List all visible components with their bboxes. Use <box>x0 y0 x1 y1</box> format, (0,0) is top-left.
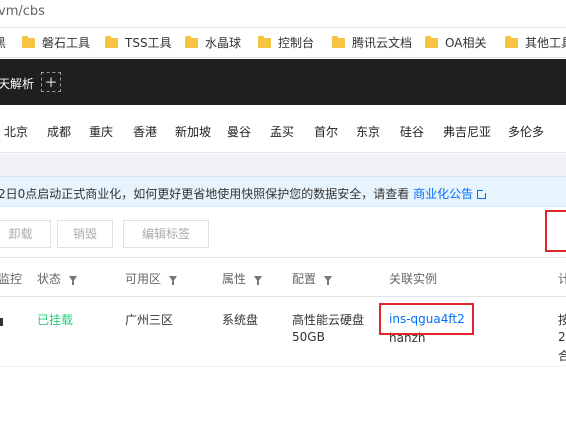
bookmark-label: 腾讯云文档 <box>352 36 413 50</box>
bookmark-item[interactable]: 控制台 <box>258 35 314 51</box>
filter-icon[interactable] <box>324 276 333 285</box>
filter-icon[interactable] <box>254 276 263 285</box>
add-tab-button[interactable]: + <box>41 72 61 92</box>
bookmark-item[interactable]: 磐石工具 <box>22 35 90 51</box>
bookmark-label: TSS工具 <box>125 36 172 50</box>
region-item[interactable]: 曼谷 <box>227 123 251 140</box>
bookmark-label: 控制台 <box>278 36 315 50</box>
col-attribute-label: 属性 <box>222 272 247 286</box>
col-zone-label: 可用区 <box>125 272 162 286</box>
bookmark-label: 其他工具 <box>525 36 566 50</box>
attribute-cell: 系统盘 <box>222 313 259 327</box>
bookmark-item[interactable]: 水晶球 <box>185 35 241 51</box>
external-link-icon[interactable] <box>477 188 489 199</box>
action-toolbar: 卸载 销毁 编辑标签 <box>0 207 566 257</box>
col-instance: 关联实例 <box>389 272 438 286</box>
table-row: 已挂载 广州三区 系统盘 高性能云硬盘 50GB ins-qgua4ft2 ha… <box>0 297 566 367</box>
region-item[interactable]: 硅谷 <box>400 123 424 140</box>
col-zone[interactable]: 可用区 <box>125 270 178 287</box>
folder-icon <box>505 36 518 48</box>
status-badge: 已挂载 <box>37 313 74 327</box>
address-bar[interactable]: vm/cbs <box>0 0 566 28</box>
zone-cell: 广州三区 <box>125 313 174 327</box>
bookmark-item[interactable]: 黑 <box>0 35 6 51</box>
unmount-button[interactable]: 卸载 <box>0 220 51 248</box>
col-billing: 计 <box>558 272 566 286</box>
filter-icon[interactable] <box>169 276 178 285</box>
bookmark-item[interactable]: OA相关 <box>425 35 486 51</box>
notice-text: 2日0点启动正式商业化，如何更好更省地使用快照保护您的数据安全，请查看 商业化公… <box>0 185 489 202</box>
folder-icon <box>258 36 271 48</box>
col-status[interactable]: 状态 <box>37 270 78 287</box>
bookmark-item[interactable]: TSS工具 <box>105 35 172 51</box>
section-divider <box>0 154 566 176</box>
edit-tags-button[interactable]: 编辑标签 <box>123 220 209 248</box>
notice-link[interactable]: 商业化公告 <box>413 187 473 201</box>
url-text[interactable]: vm/cbs <box>0 4 45 19</box>
billing-cell: 合 <box>558 349 566 363</box>
region-item[interactable]: 首尔 <box>314 123 338 140</box>
col-monitor: 监控 <box>0 272 23 286</box>
region-item[interactable]: 香港 <box>133 123 157 140</box>
region-item[interactable]: 弗吉尼亚 <box>443 123 491 140</box>
tab-dns[interactable]: 天解析 <box>0 75 34 92</box>
folder-icon <box>105 36 118 48</box>
bookmark-item[interactable]: 腾讯云文档 <box>332 35 412 51</box>
region-item[interactable]: 北京 <box>4 123 28 140</box>
highlight-box <box>379 303 474 335</box>
folder-icon <box>185 36 198 48</box>
col-config-label: 配置 <box>292 272 317 286</box>
billing-cell: 2 <box>558 330 566 344</box>
table-header: 监控 状态 可用区 属性 配置 关联实例 计 <box>0 257 566 297</box>
bookmarks-bar: 黑 磐石工具 TSS工具 水晶球 控制台 腾讯云文档 OA相关 其他工具 <box>0 28 566 58</box>
col-status-label: 状态 <box>37 272 62 286</box>
folder-icon <box>425 36 438 48</box>
bookmark-item[interactable]: 其他工具 <box>505 35 566 51</box>
folder-icon <box>332 36 345 48</box>
bookmark-label: 黑 <box>0 36 7 50</box>
region-item[interactable]: 孟买 <box>270 123 294 140</box>
filter-icon[interactable] <box>69 276 78 285</box>
console-tab-bar: 天解析 + <box>0 59 566 105</box>
region-item[interactable]: 东京 <box>356 123 380 140</box>
bookmark-label: OA相关 <box>445 36 487 50</box>
region-item[interactable]: 多伦多 <box>508 123 544 140</box>
bookmark-label: 水晶球 <box>205 36 242 50</box>
config-size-cell: 50GB <box>292 330 325 344</box>
config-type-cell: 高性能云硬盘 <box>292 313 365 327</box>
col-config[interactable]: 配置 <box>292 270 333 287</box>
monitor-icon[interactable] <box>0 318 3 326</box>
notice-banner: 2日0点启动正式商业化，如何更好更省地使用快照保护您的数据安全，请查看 商业化公… <box>0 176 566 207</box>
terminate-button[interactable]: 销毁 <box>57 220 113 248</box>
notice-message: 2日0点启动正式商业化，如何更好更省地使用快照保护您的数据安全，请查看 <box>0 187 414 201</box>
bookmark-label: 磐石工具 <box>42 36 91 50</box>
region-item[interactable]: 重庆 <box>89 123 113 140</box>
region-selector: 北京 成都 重庆 香港 新加坡 曼谷 孟买 首尔 东京 硅谷 弗吉尼亚 多伦多 <box>0 105 566 153</box>
region-item[interactable]: 成都 <box>47 123 71 140</box>
billing-cell: 按 <box>558 313 566 327</box>
folder-icon <box>22 36 35 48</box>
col-attribute[interactable]: 属性 <box>222 270 263 287</box>
region-item[interactable]: 新加坡 <box>175 123 211 140</box>
highlight-box <box>545 210 566 252</box>
